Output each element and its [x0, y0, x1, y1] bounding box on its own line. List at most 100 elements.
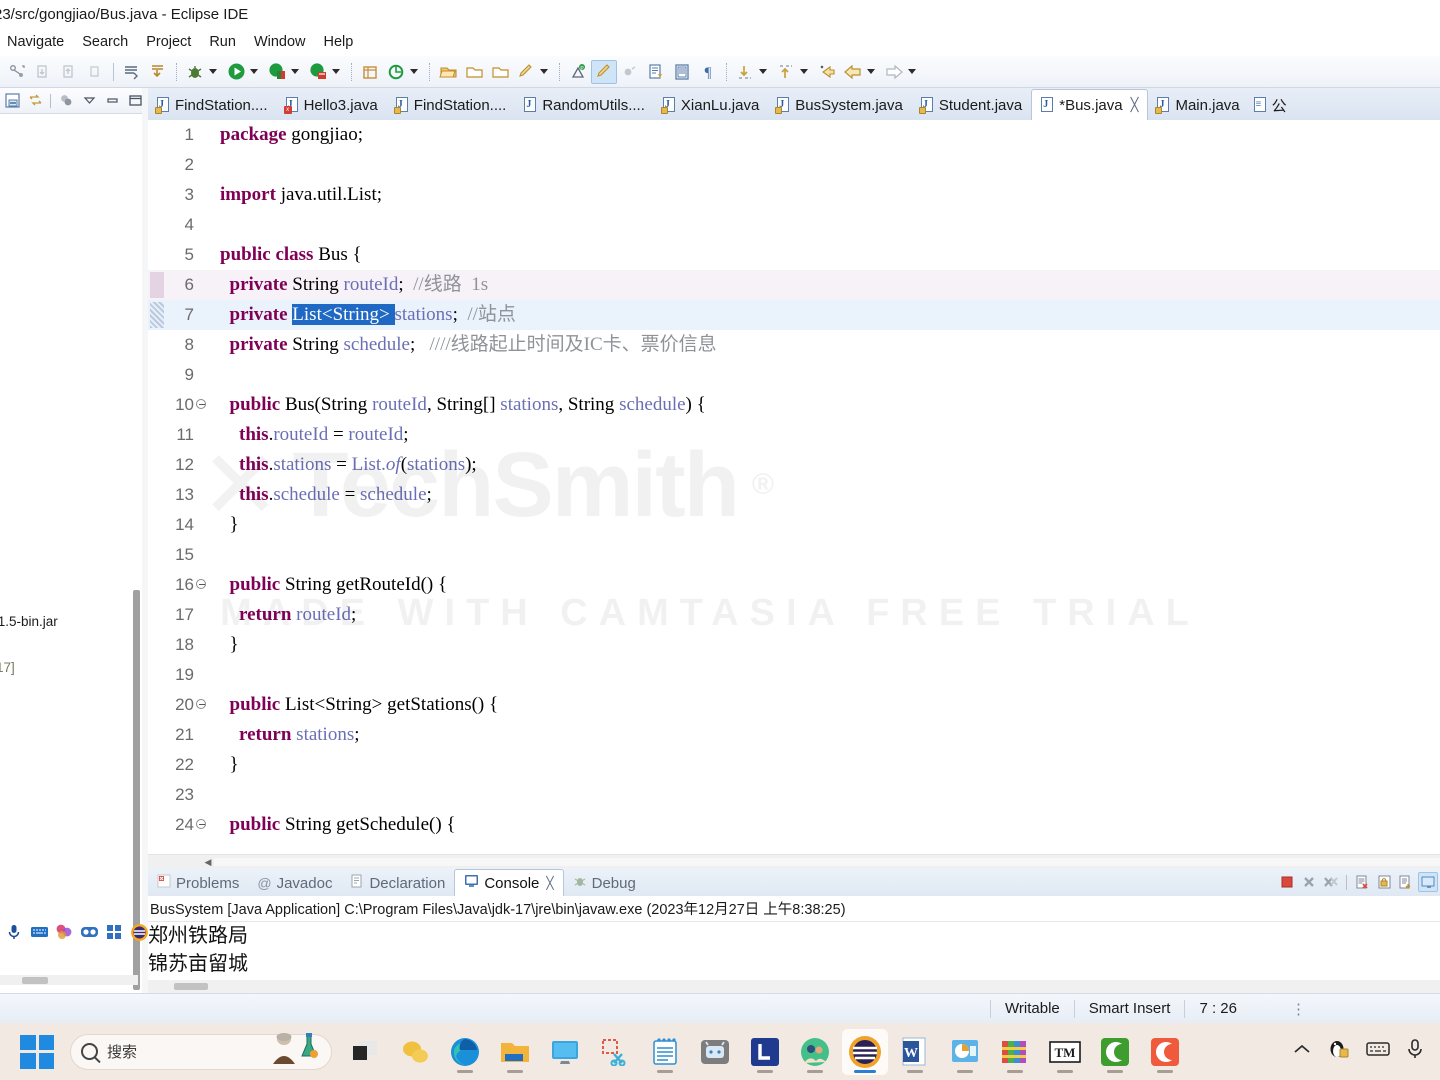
editor-tab-findstation-2[interactable]: J FindStation....: [387, 90, 516, 120]
code-line[interactable]: 6 private String routeId; //线路 1s: [148, 270, 1440, 300]
collapse-all-icon[interactable]: [4, 93, 20, 109]
code-line[interactable]: 22 }: [148, 750, 1440, 780]
winrar-icon[interactable]: [992, 1029, 1038, 1075]
notepad-icon[interactable]: [642, 1029, 688, 1075]
powerpoint-icon[interactable]: [942, 1029, 988, 1075]
paragraph-icon[interactable]: ¶: [695, 60, 721, 84]
toggle-markoccurrences-icon[interactable]: [591, 59, 617, 84]
back-dropdown-icon[interactable]: [867, 69, 875, 74]
forward-dropdown-icon[interactable]: [908, 69, 916, 74]
new-package-icon[interactable]: [357, 60, 383, 84]
pin-console-icon[interactable]: [1396, 872, 1416, 892]
code-line[interactable]: 11 this.routeId = routeId;: [148, 420, 1440, 450]
editor-tab-randomutils[interactable]: J RandomUtils....: [515, 90, 654, 120]
editor-tab-text[interactable]: ≡ 公: [1249, 90, 1296, 120]
snipping-tool-icon[interactable]: [592, 1029, 638, 1075]
editor-horizontal-scrollbar[interactable]: ◀: [148, 854, 1440, 868]
fold-toggle-icon[interactable]: [196, 819, 206, 829]
tree-item-jre[interactable]: 17]: [0, 660, 15, 675]
run-coverage-icon[interactable]: [264, 60, 290, 84]
code-line[interactable]: 10 public Bus(String routeId, String[] s…: [148, 390, 1440, 420]
wechat-icon[interactable]: [392, 1029, 438, 1075]
horizontal-scrollbar[interactable]: [0, 975, 138, 985]
last-edit-icon[interactable]: [814, 60, 840, 84]
status-menu-icon[interactable]: ⋮: [1251, 1000, 1320, 1018]
close-icon[interactable]: ╳: [1131, 97, 1139, 113]
clear-console-icon[interactable]: [1352, 872, 1372, 892]
taskview-icon[interactable]: [342, 1029, 388, 1075]
link-with-editor-icon[interactable]: [27, 93, 43, 109]
coverage-dropdown-icon[interactable]: [291, 69, 299, 74]
debug-dropdown-icon[interactable]: [209, 69, 217, 74]
code-line[interactable]: 5 public class Bus {: [148, 240, 1440, 270]
code-editor[interactable]: 1 package gongjiao; 2 3 import java.util.Lis…: [148, 120, 1440, 868]
code-line[interactable]: 4: [148, 210, 1440, 240]
external-tools-icon[interactable]: [305, 60, 331, 84]
import-icon[interactable]: [30, 60, 56, 84]
bilibili-icon[interactable]: [692, 1029, 738, 1075]
scroll-lock-icon[interactable]: [1374, 872, 1394, 892]
close-icon[interactable]: ╳: [546, 876, 553, 890]
editor-tab-student[interactable]: J Student.java: [912, 90, 1031, 120]
run-icon[interactable]: [223, 60, 249, 84]
code-line[interactable]: 2: [148, 150, 1440, 180]
tab-console[interactable]: Console ╳: [454, 869, 564, 896]
remove-all-launches-icon[interactable]: [1321, 872, 1341, 892]
search-icon[interactable]: [383, 60, 409, 84]
minimize-icon[interactable]: [104, 93, 120, 109]
keyboard-icon[interactable]: [29, 921, 49, 943]
code-line[interactable]: 14 }: [148, 510, 1440, 540]
view-menu-icon[interactable]: [81, 93, 97, 109]
toggle-ancestor-icon[interactable]: P: [565, 60, 591, 84]
editor-tab-findstation-1[interactable]: J FindStation....: [148, 90, 277, 120]
code-line[interactable]: 8 private String schedule; ////线路起止时间及IC…: [148, 330, 1440, 360]
code-line[interactable]: 21 return stations;: [148, 720, 1440, 750]
console-horizontal-scrollbar[interactable]: [148, 980, 1440, 993]
code-line[interactable]: 24 public String getSchedule() {: [148, 810, 1440, 840]
debug-icon[interactable]: [182, 60, 208, 84]
code-line[interactable]: 3 import java.util.List;: [148, 180, 1440, 210]
tab-debug[interactable]: Debug: [564, 870, 645, 896]
previous-dropdown-icon[interactable]: [800, 69, 808, 74]
lanxin-icon[interactable]: [742, 1029, 788, 1075]
tree-item-jar[interactable]: .1.5-bin.jar: [0, 614, 58, 629]
code-line[interactable]: 15: [148, 540, 1440, 570]
color-palette-icon[interactable]: [54, 921, 74, 943]
camtasia-orange-icon[interactable]: [1142, 1029, 1188, 1075]
menu-item-navigate[interactable]: Navigate: [0, 32, 73, 52]
camera-icon[interactable]: [80, 921, 100, 943]
fold-toggle-icon[interactable]: [196, 699, 206, 709]
penguin-icon[interactable]: [1328, 1038, 1350, 1065]
start-button-icon[interactable]: [20, 1034, 54, 1069]
file-explorer-icon[interactable]: [492, 1029, 538, 1075]
code-line[interactable]: 9: [148, 360, 1440, 390]
maximize-icon[interactable]: [127, 93, 143, 109]
menu-item-search[interactable]: Search: [73, 32, 137, 52]
new-java-project-icon[interactable]: [4, 60, 30, 84]
menu-item-project[interactable]: Project: [137, 32, 200, 52]
menu-item-window[interactable]: Window: [245, 32, 315, 52]
editor-tab-bussystem[interactable]: J BusSystem.java: [768, 90, 912, 120]
pencil-icon[interactable]: [513, 60, 539, 84]
remove-launch-icon[interactable]: [1299, 872, 1319, 892]
scroll-left-icon[interactable]: ◀: [202, 856, 214, 868]
refresh-icon[interactable]: [82, 60, 108, 84]
tab-problems[interactable]: Problems: [148, 870, 248, 896]
keyboard-tray-icon[interactable]: [1366, 1041, 1390, 1062]
save-icon[interactable]: [119, 60, 145, 84]
editor-tab-xianlu[interactable]: J XianLu.java: [654, 90, 768, 120]
save-all-icon[interactable]: [145, 60, 171, 84]
export-icon[interactable]: [56, 60, 82, 84]
show-whitespace-icon[interactable]: [669, 60, 695, 84]
terminate-icon[interactable]: [1277, 872, 1297, 892]
editor-tab-hello3[interactable]: Jx Hello3.java: [277, 90, 387, 120]
taskbar-search-box[interactable]: 搜索: [70, 1032, 332, 1070]
microphone-tray-icon[interactable]: [1406, 1038, 1424, 1065]
tim-icon[interactable]: TM: [1042, 1029, 1088, 1075]
open-task-icon[interactable]: [643, 60, 669, 84]
code-line[interactable]: 23: [148, 780, 1440, 810]
edge-icon[interactable]: [442, 1029, 488, 1075]
code-line[interactable]: 18 }: [148, 630, 1440, 660]
run-dropdown-icon[interactable]: [250, 69, 258, 74]
code-line[interactable]: 16 public String getRouteId() {: [148, 570, 1440, 600]
